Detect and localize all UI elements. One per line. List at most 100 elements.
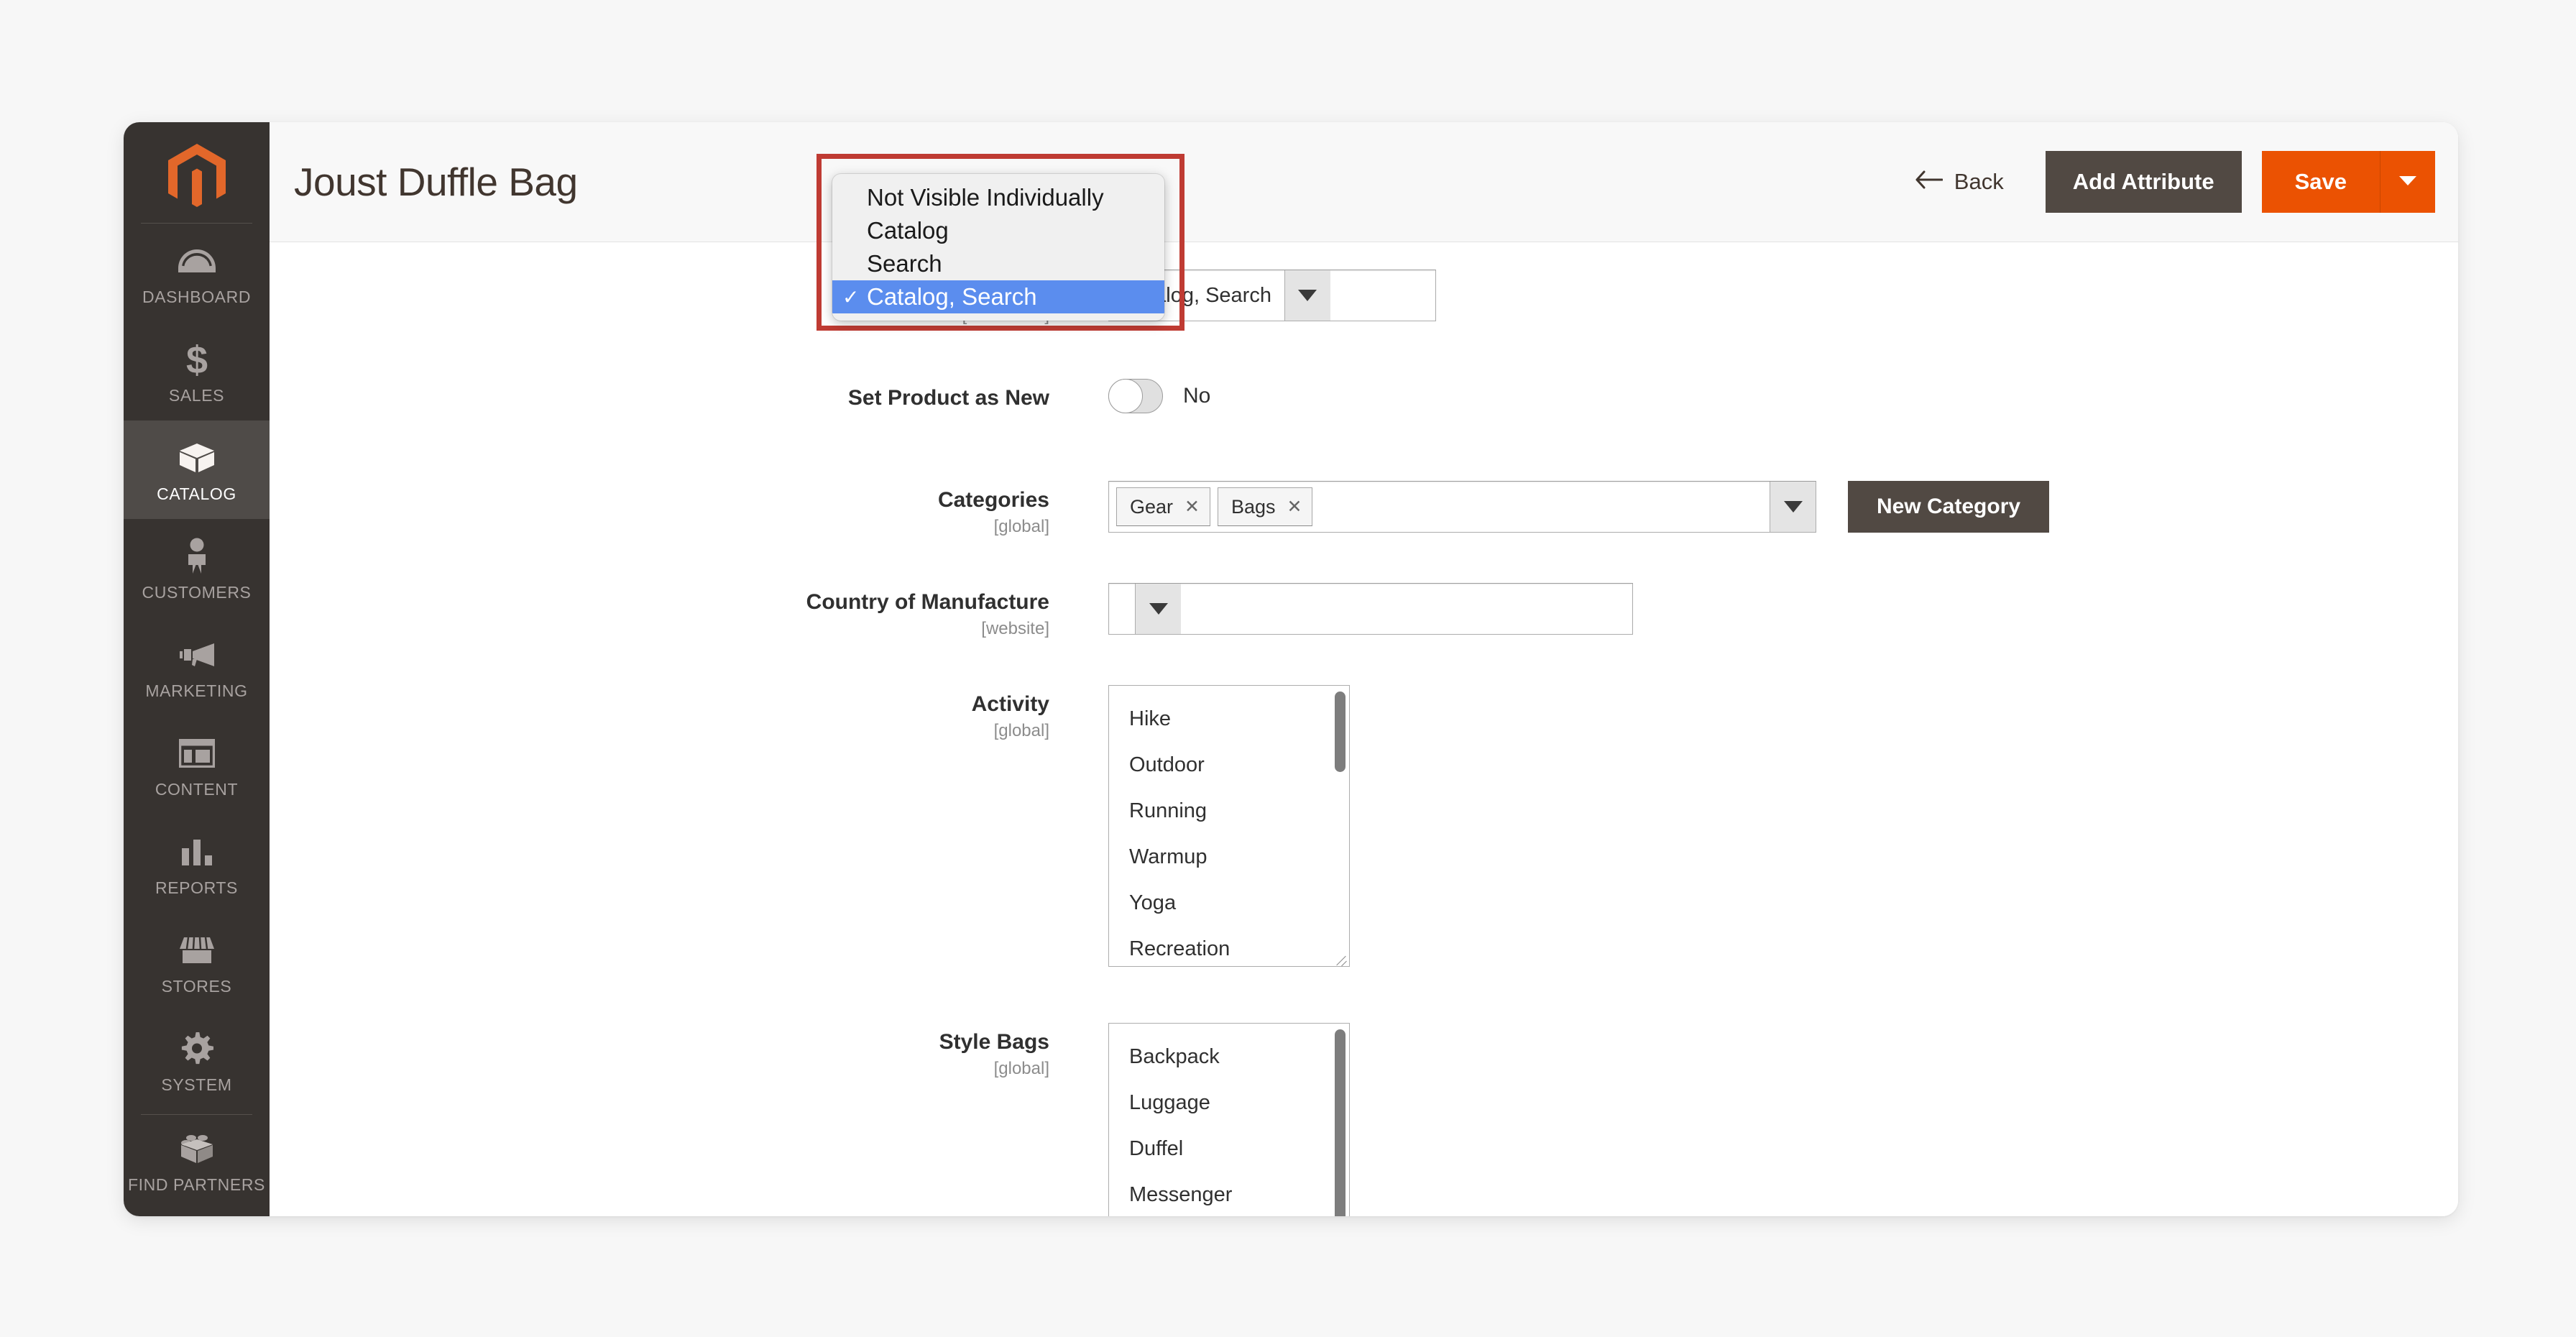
activity-scope: [global] [993, 720, 1049, 740]
list-item[interactable]: Yoga [1109, 880, 1349, 926]
sidebar-item-catalog[interactable]: CATALOG [124, 421, 270, 519]
activity-control-col: Hike Outdoor Running Warmup Yoga Recreat… [1092, 685, 2458, 967]
style-bags-control-col: Backpack Luggage Duffel Messenger Laptop [1092, 1023, 2458, 1216]
admin-window: DASHBOARD $ SALES CATALOG CUSTOMERS MARK… [124, 122, 2458, 1216]
dashboard-icon [178, 242, 216, 280]
sidebar-item-label: FIND PARTNERS [128, 1175, 265, 1194]
resize-handle-icon[interactable] [1333, 950, 1348, 965]
activity-scrollbar[interactable] [1335, 692, 1346, 960]
country-control-col [1092, 583, 2458, 635]
page-header: Joust Duffle Bag Back Add Attribute Save [270, 122, 2458, 242]
categories-label: Categories [937, 488, 1049, 512]
dollar-icon: $ [185, 340, 209, 379]
field-row-categories: Categories [global] Gear ✕ Bags ✕ New Ca… [270, 481, 2458, 583]
style-bags-listbox[interactable]: Backpack Luggage Duffel Messenger Laptop [1108, 1023, 1350, 1216]
sidebar-item-label: CATALOG [157, 484, 236, 503]
sidebar-item-find-partners[interactable]: FIND PARTNERS [124, 1115, 270, 1206]
sidebar-item-label: CONTENT [155, 780, 239, 799]
screen: DASHBOARD $ SALES CATALOG CUSTOMERS MARK… [0, 0, 2576, 1337]
add-attribute-button[interactable]: Add Attribute [2045, 151, 2242, 213]
magento-logo-icon [167, 143, 226, 213]
new-category-button[interactable]: New Category [1848, 481, 2050, 533]
sidebar-item-reports[interactable]: REPORTS [124, 814, 270, 913]
field-row-style-bags: Style Bags [global] Backpack Luggage Duf… [270, 1023, 2458, 1216]
gear-icon [180, 1029, 213, 1068]
list-item[interactable]: Hike [1109, 696, 1349, 742]
header-actions: Back Add Attribute Save [1894, 151, 2435, 213]
dropdown-option-label: Not Visible Individually [867, 184, 1104, 211]
caret-down-icon [2398, 172, 2418, 192]
sidebar-item-label: MARKETING [145, 681, 248, 700]
visibility-control-col: Catalog, Search [1092, 270, 2458, 321]
sidebar-item-content[interactable]: CONTENT [124, 716, 270, 814]
visibility-dropdown-popup[interactable]: Not Visible Individually Catalog Search … [832, 174, 1164, 321]
country-of-manufacture-scope: [website] [981, 618, 1049, 638]
style-bags-scrollbar[interactable] [1335, 1029, 1346, 1216]
categories-multiselect[interactable]: Gear ✕ Bags ✕ [1108, 481, 1816, 533]
chevron-down-icon [1284, 270, 1330, 321]
chevron-down-icon [1135, 584, 1181, 634]
sidebar-item-sales[interactable]: $ SALES [124, 322, 270, 421]
field-row-set-product-as-new: Set Product as New No [270, 379, 2458, 481]
country-of-manufacture-label: Country of Manufacture [806, 590, 1049, 614]
list-item[interactable]: Recreation [1109, 926, 1349, 966]
dropdown-option-search[interactable]: Search [832, 247, 1164, 280]
dropdown-option-label: Catalog [867, 217, 949, 244]
set-product-as-new-toggle[interactable] [1108, 379, 1163, 413]
sidebar-item-dashboard[interactable]: DASHBOARD [124, 224, 270, 322]
magento-logo[interactable] [124, 138, 270, 219]
activity-option-list: Hike Outdoor Running Warmup Yoga Recreat… [1109, 686, 1349, 966]
list-item[interactable]: Duffel [1109, 1126, 1349, 1172]
sidebar-item-marketing[interactable]: MARKETING [124, 617, 270, 716]
dropdown-option-catalog[interactable]: Catalog [832, 214, 1164, 247]
back-button[interactable]: Back [1894, 162, 2025, 202]
sidebar-item-label: STORES [161, 977, 232, 996]
activity-label-col: Activity [global] [270, 685, 1092, 741]
activity-listbox[interactable]: Hike Outdoor Running Warmup Yoga Recreat… [1108, 685, 1350, 967]
set-product-as-new-state: No [1183, 384, 1211, 408]
sidebar-item-customers[interactable]: CUSTOMERS [124, 519, 270, 617]
style-bags-scope: [global] [993, 1058, 1049, 1078]
categories-row: Gear ✕ Bags ✕ New Category [1108, 481, 2458, 533]
scrollbar-thumb[interactable] [1335, 692, 1346, 772]
field-row-country-of-manufacture: Country of Manufacture [website] [270, 583, 2458, 685]
save-dropdown-button[interactable] [2380, 151, 2435, 213]
dropdown-option-catalog-search[interactable]: ✓ Catalog, Search [832, 280, 1164, 313]
set-new-label-col: Set Product as New [270, 379, 1092, 412]
main-content: Joust Duffle Bag Back Add Attribute Save [270, 122, 2458, 1216]
categories-chip-list: Gear ✕ Bags ✕ [1109, 482, 1770, 532]
sidebar-item-stores[interactable]: STORES [124, 913, 270, 1011]
category-chip[interactable]: Gear ✕ [1116, 487, 1210, 526]
save-button-group: Save [2261, 151, 2435, 213]
list-item[interactable]: Backpack [1109, 1034, 1349, 1080]
close-icon[interactable]: ✕ [1184, 497, 1200, 516]
country-label-col: Country of Manufacture [website] [270, 583, 1092, 639]
list-item[interactable]: Outdoor [1109, 742, 1349, 788]
sidebar-item-label: SALES [168, 386, 225, 405]
page-title: Joust Duffle Bag [294, 160, 578, 204]
lego-brick-icon [178, 1129, 216, 1168]
list-item[interactable]: Running [1109, 788, 1349, 834]
box-icon [178, 438, 216, 477]
set-product-as-new-label: Set Product as New [847, 386, 1049, 410]
country-of-manufacture-select[interactable] [1108, 583, 1633, 635]
categories-control-col: Gear ✕ Bags ✕ New Category [1092, 481, 2458, 533]
save-button[interactable]: Save [2261, 151, 2380, 213]
category-chip[interactable]: Bags ✕ [1217, 487, 1313, 526]
list-item[interactable]: Luggage [1109, 1080, 1349, 1126]
category-chip-label: Bags [1230, 495, 1276, 518]
person-icon [184, 537, 210, 576]
field-row-visibility: Visibility [store view] Catalog, Search [270, 270, 2458, 379]
list-item[interactable]: Warmup [1109, 834, 1349, 880]
sidebar-item-system[interactable]: SYSTEM [124, 1011, 270, 1110]
dropdown-option-not-visible-individually[interactable]: Not Visible Individually [832, 181, 1164, 214]
sidebar-item-label: CUSTOMERS [142, 583, 252, 602]
sidebar-item-label: REPORTS [155, 878, 238, 897]
admin-sidebar: DASHBOARD $ SALES CATALOG CUSTOMERS MARK… [124, 122, 270, 1216]
scrollbar-thumb[interactable] [1335, 1029, 1346, 1216]
chevron-down-icon[interactable] [1770, 482, 1816, 532]
list-item[interactable]: Messenger [1109, 1172, 1349, 1216]
style-bags-label-col: Style Bags [global] [270, 1023, 1092, 1079]
close-icon[interactable]: ✕ [1287, 497, 1302, 516]
set-new-control-col: No [1092, 379, 2458, 413]
